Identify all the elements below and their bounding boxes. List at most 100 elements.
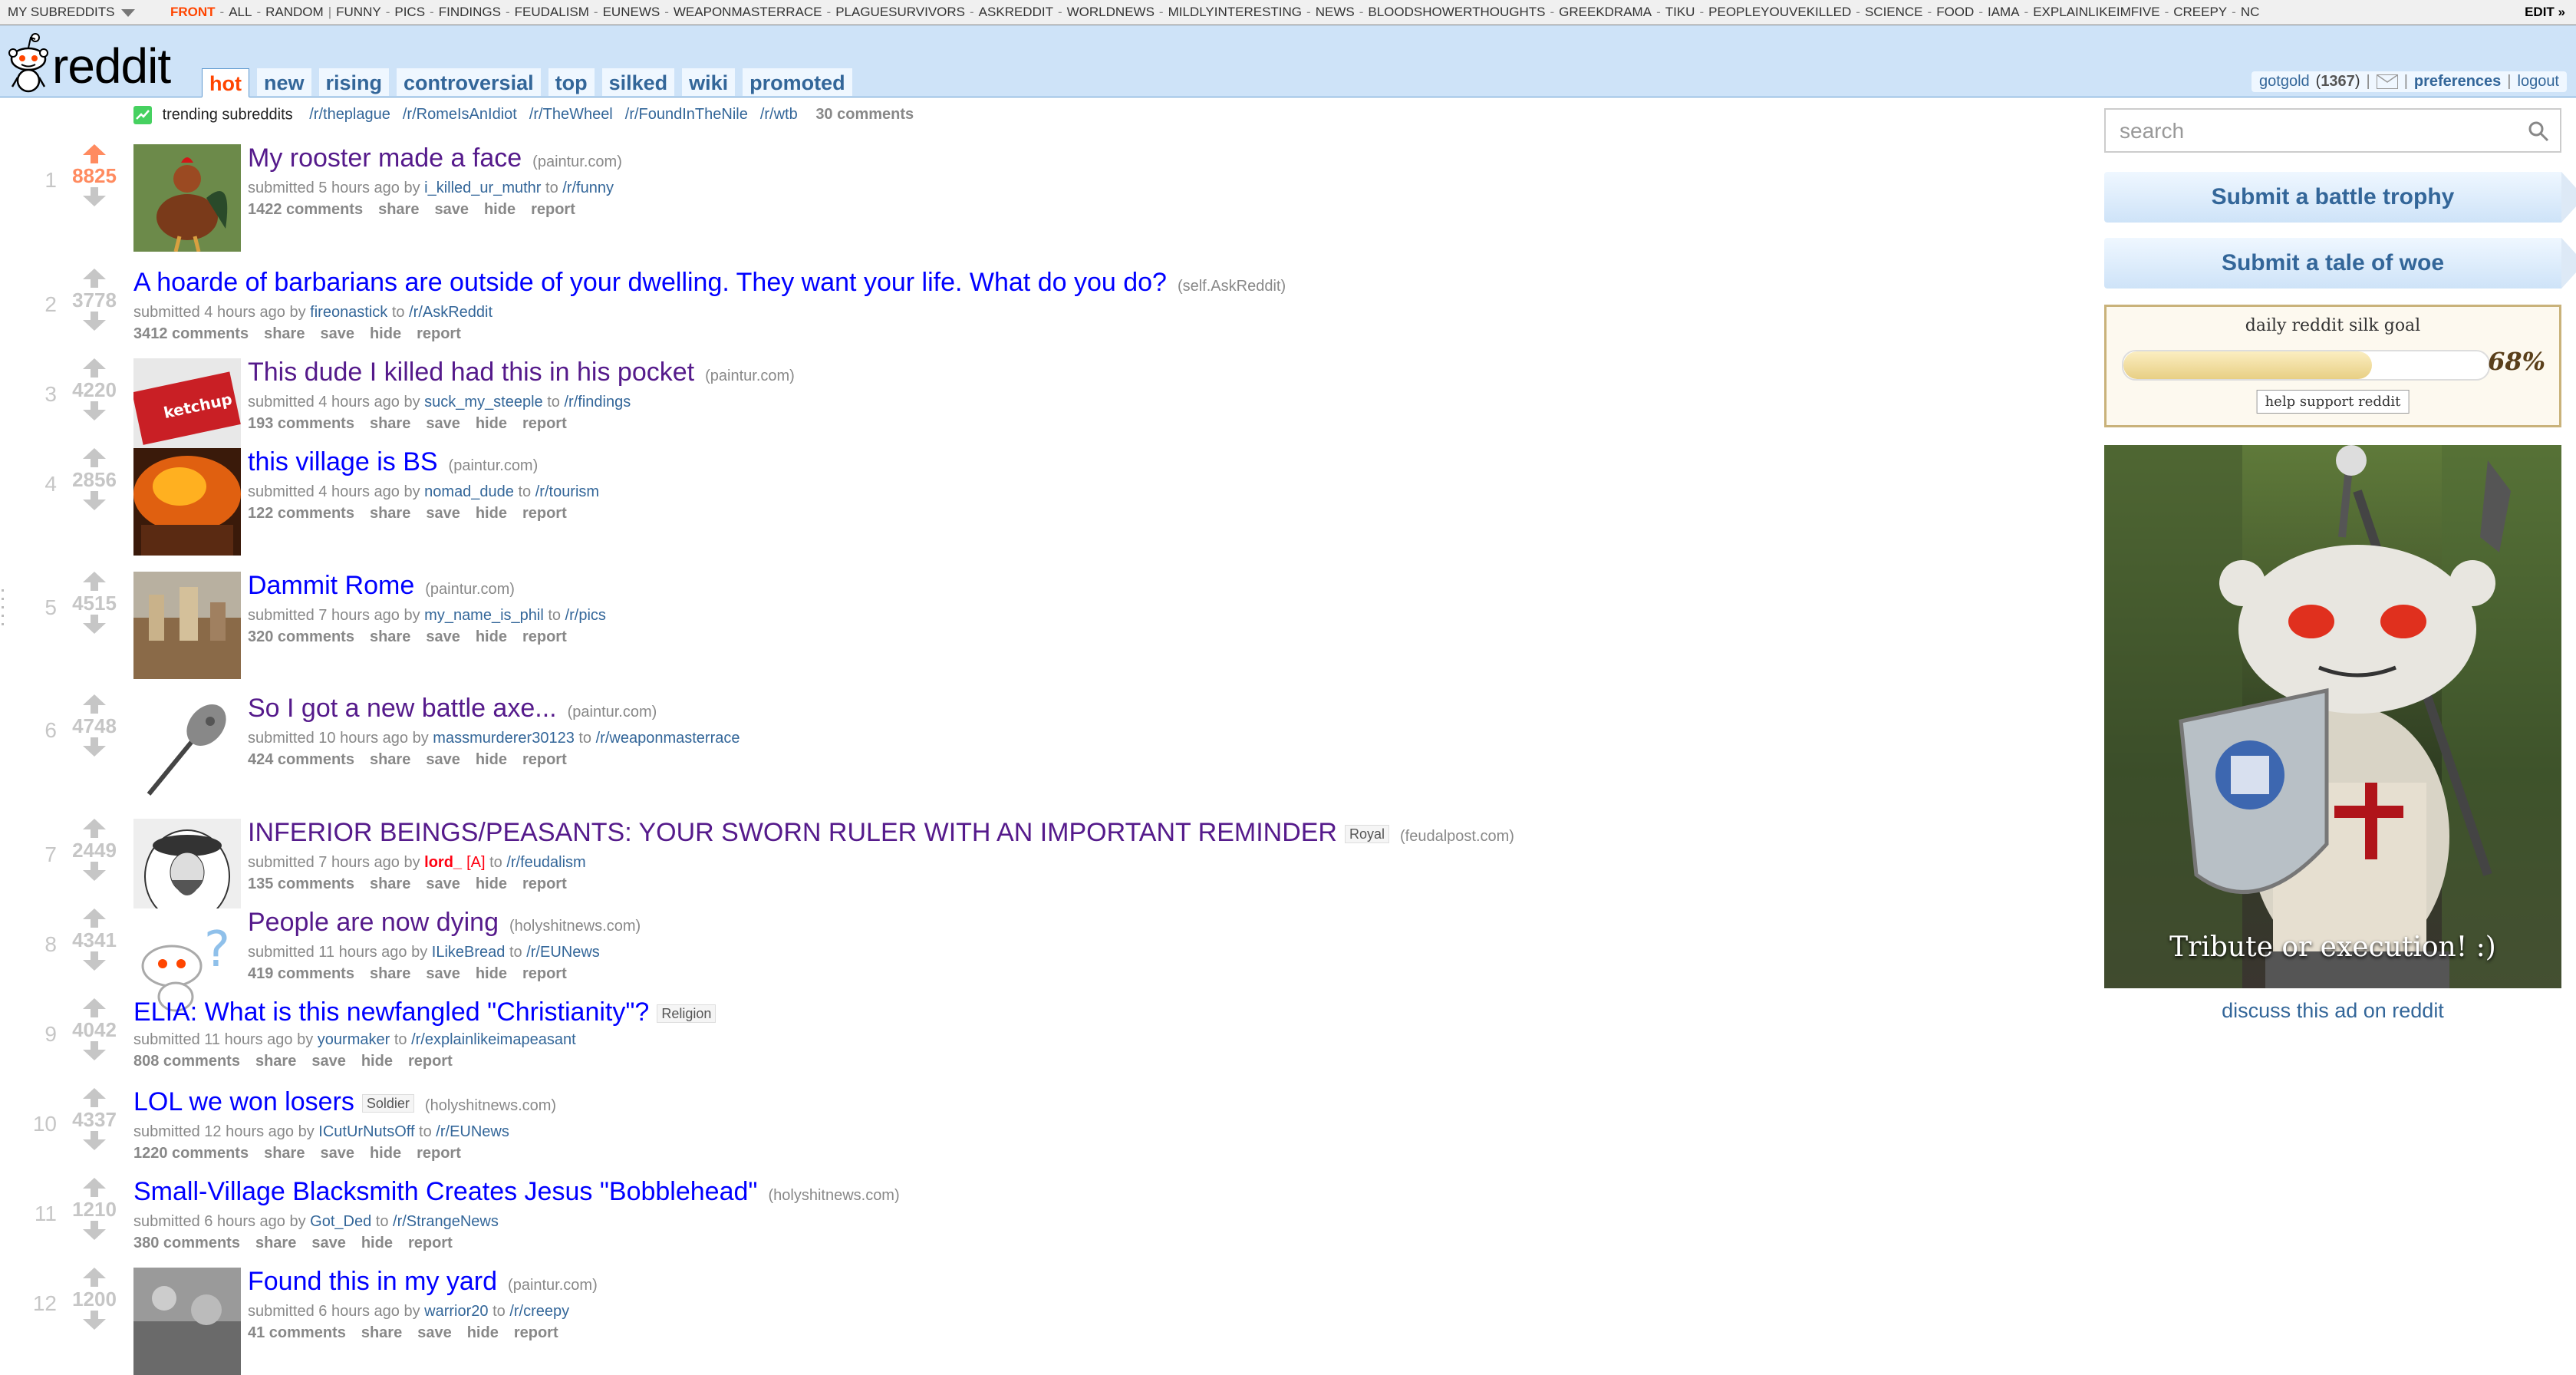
share-button[interactable]: share	[378, 201, 419, 218]
hide-button[interactable]: hide	[476, 751, 507, 768]
save-button[interactable]: save	[311, 1053, 346, 1070]
upvote-arrow-icon[interactable]	[83, 1268, 106, 1288]
share-button[interactable]: share	[370, 415, 410, 432]
comments-link[interactable]: 320 comments	[248, 628, 354, 645]
post-subreddit-link[interactable]: /r/AskReddit	[409, 304, 492, 321]
report-button[interactable]: report	[514, 1324, 558, 1341]
share-button[interactable]: share	[264, 325, 305, 342]
comments-link[interactable]: 122 comments	[248, 505, 354, 522]
subreddit-link-findings[interactable]: FINDINGS	[439, 5, 501, 19]
hide-button[interactable]: hide	[476, 415, 507, 432]
discuss-ad-link[interactable]: discuss this ad on reddit	[2104, 999, 2561, 1023]
downvote-arrow-icon[interactable]	[83, 491, 106, 511]
comments-link[interactable]: 193 comments	[248, 415, 354, 432]
post-subreddit-link[interactable]: /r/findings	[564, 394, 631, 411]
subreddit-link-nc[interactable]: NC	[2241, 5, 2260, 19]
post-subreddit-link[interactable]: /r/tourism	[535, 483, 599, 500]
post-subreddit-link[interactable]: /r/creepy	[509, 1303, 569, 1320]
upvote-arrow-icon[interactable]	[83, 448, 106, 468]
post-author-link[interactable]: massmurderer30123	[433, 730, 575, 747]
save-button[interactable]: save	[426, 965, 460, 982]
post-title-link[interactable]: People are now dying	[248, 908, 499, 937]
save-button[interactable]: save	[320, 325, 354, 342]
save-button[interactable]: save	[311, 1235, 346, 1251]
save-button[interactable]: save	[417, 1324, 452, 1341]
upvote-arrow-icon[interactable]	[83, 1178, 106, 1198]
post-domain[interactable]: (feudalpost.com)	[1400, 828, 1514, 845]
hide-button[interactable]: hide	[467, 1324, 499, 1341]
hide-button[interactable]: hide	[361, 1053, 393, 1070]
hide-button[interactable]: hide	[361, 1235, 393, 1251]
post-title-link[interactable]: So I got a new battle axe...	[248, 694, 557, 723]
search-icon[interactable]	[2528, 120, 2549, 142]
subreddit-link-eunews[interactable]: EUNEWS	[603, 5, 660, 19]
trending-comments-link[interactable]: 30 comments	[815, 106, 914, 123]
upvote-arrow-icon[interactable]	[83, 998, 106, 1018]
post-domain[interactable]: (paintur.com)	[568, 704, 657, 720]
downvote-arrow-icon[interactable]	[83, 1131, 106, 1151]
share-button[interactable]: share	[264, 1145, 305, 1162]
upvote-arrow-icon[interactable]	[83, 694, 106, 714]
save-button[interactable]: save	[426, 875, 460, 892]
subreddit-link-bloodshowerthoughts[interactable]: BLOODSHOWERTHOUGHTS	[1368, 5, 1545, 19]
post-author-link[interactable]: ILikeBread	[432, 944, 506, 961]
trending-subreddit-link[interactable]: /r/TheWheel	[529, 106, 613, 123]
post-thumbnail[interactable]	[133, 1268, 241, 1375]
subreddit-link-pics[interactable]: PICS	[394, 5, 425, 19]
tab-new[interactable]: new	[256, 68, 311, 97]
submit-text-button[interactable]: Submit a tale of woe	[2104, 238, 2576, 289]
hide-button[interactable]: hide	[484, 201, 516, 218]
report-button[interactable]: report	[522, 628, 567, 645]
subreddit-link-peopleyouvekilled[interactable]: PEOPLEYOUVEKILLED	[1708, 5, 1851, 19]
tab-controversial[interactable]: controversial	[397, 68, 541, 97]
share-button[interactable]: share	[370, 628, 410, 645]
tab-top[interactable]: top	[548, 68, 595, 97]
upvote-arrow-icon[interactable]	[83, 144, 106, 164]
hide-button[interactable]: hide	[476, 875, 507, 892]
subreddit-link-food[interactable]: FOOD	[1936, 5, 1974, 19]
hide-button[interactable]: hide	[476, 505, 507, 522]
subreddit-link-feudalism[interactable]: FEUDALISM	[515, 5, 589, 19]
downvote-arrow-icon[interactable]	[83, 187, 106, 207]
edit-subreddits-link[interactable]: EDIT »	[2517, 0, 2565, 25]
post-author-link[interactable]: yourmaker	[318, 1031, 390, 1048]
post-author-link[interactable]: lord_	[424, 854, 462, 871]
post-domain[interactable]: (paintur.com)	[425, 581, 515, 598]
hide-button[interactable]: hide	[476, 965, 507, 982]
tab-rising[interactable]: rising	[318, 68, 390, 97]
post-author-link[interactable]: ICutUrNutsOff	[318, 1123, 414, 1140]
hide-button[interactable]: hide	[370, 325, 401, 342]
post-thumbnail[interactable]	[133, 144, 241, 252]
post-title-link[interactable]: LOL we won losers	[133, 1087, 354, 1116]
subreddit-link-front[interactable]: FRONT	[170, 5, 216, 19]
my-subreddits-dropdown[interactable]: MY SUBREDDITS	[8, 0, 135, 25]
subreddit-link-tiku[interactable]: TIKU	[1665, 5, 1695, 19]
downvote-arrow-icon[interactable]	[83, 951, 106, 971]
post-subreddit-link[interactable]: /r/EUNews	[436, 1123, 509, 1140]
comments-link[interactable]: 1220 comments	[133, 1145, 249, 1162]
report-button[interactable]: report	[531, 201, 575, 218]
post-title-link[interactable]: Dammit Rome	[248, 571, 414, 600]
post-thumbnail[interactable]	[133, 448, 241, 556]
post-domain[interactable]: (holyshitnews.com)	[768, 1187, 899, 1204]
post-title-link[interactable]: This dude I killed had this in his pocke…	[248, 358, 694, 387]
post-domain[interactable]: (holyshitnews.com)	[425, 1097, 556, 1114]
trending-subreddit-link[interactable]: /r/RomeIsAnIdiot	[403, 106, 517, 123]
comments-link[interactable]: 1422 comments	[248, 201, 363, 218]
subreddit-link-plaguesurvivors[interactable]: PLAGUESURVIVORS	[835, 5, 965, 19]
save-button[interactable]: save	[434, 201, 469, 218]
post-author-link[interactable]: fireonastick	[310, 304, 387, 321]
downvote-arrow-icon[interactable]	[83, 737, 106, 757]
search-input[interactable]: search	[2104, 108, 2561, 153]
post-subreddit-link[interactable]: /r/feudalism	[506, 854, 585, 871]
subreddit-link-creepy[interactable]: CREEPY	[2173, 5, 2227, 19]
save-button[interactable]: save	[426, 751, 460, 768]
subreddit-link-random[interactable]: RANDOM	[265, 5, 324, 19]
downvote-arrow-icon[interactable]	[83, 1041, 106, 1061]
subreddit-link-mildlyinteresting[interactable]: MILDLYINTERESTING	[1168, 5, 1302, 19]
share-button[interactable]: share	[370, 965, 410, 982]
subreddit-link-news[interactable]: NEWS	[1316, 5, 1355, 19]
subreddit-link-all[interactable]: ALL	[229, 5, 252, 19]
downvote-arrow-icon[interactable]	[83, 312, 106, 331]
subreddit-link-science[interactable]: SCIENCE	[1865, 5, 1923, 19]
